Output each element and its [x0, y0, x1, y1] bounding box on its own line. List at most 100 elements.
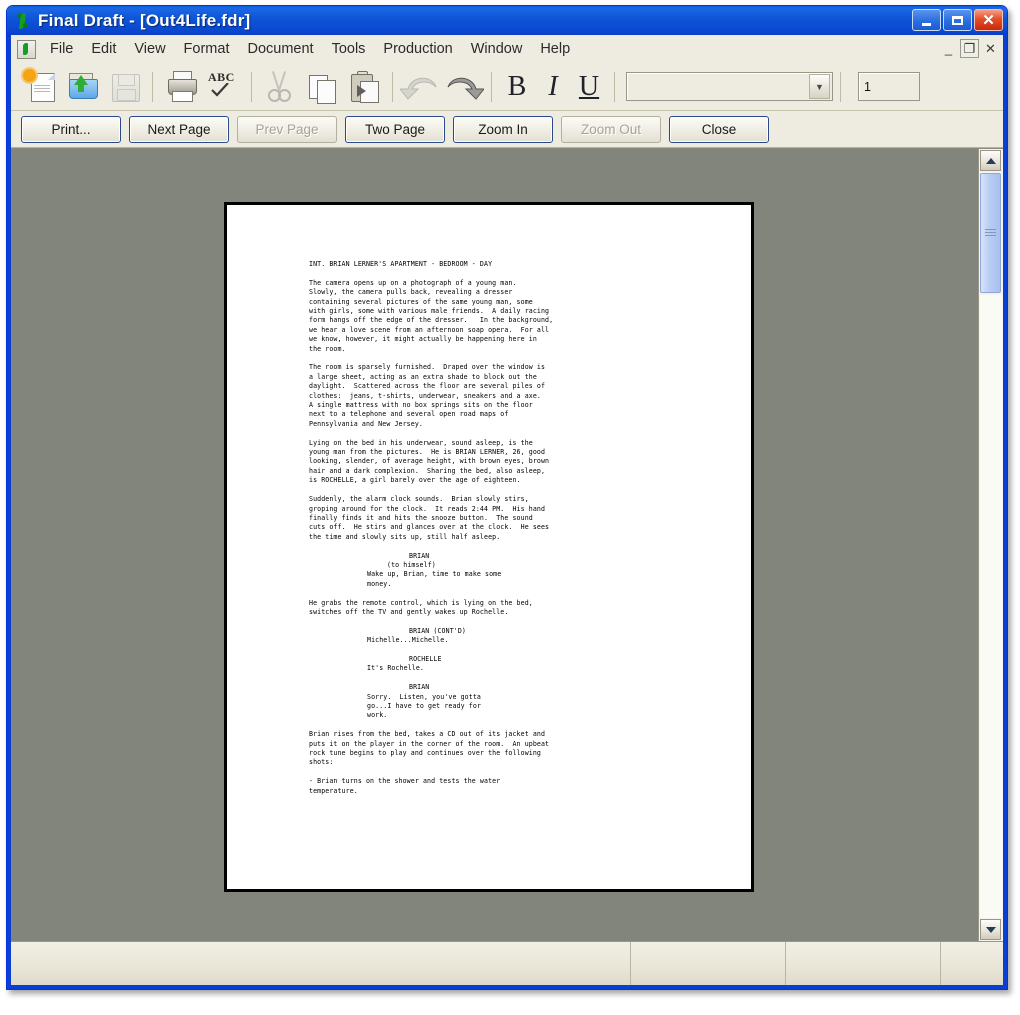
- scrollbar-track[interactable]: [980, 295, 1002, 918]
- script-line: containing several pictures of the same …: [309, 297, 533, 306]
- redo-icon[interactable]: [442, 67, 486, 107]
- script-line: shots:: [309, 758, 334, 767]
- document-page: INT. BRIAN LERNER'S APARTMENT - BEDROOM …: [224, 202, 754, 892]
- vertical-scrollbar[interactable]: [978, 149, 1003, 941]
- spell-check-icon[interactable]: ABC: [202, 67, 244, 107]
- scroll-up-button[interactable]: [980, 150, 1001, 171]
- menu-item-production[interactable]: Production: [374, 38, 461, 60]
- toolbar-separator: [840, 71, 841, 102]
- script-line: form hangs off the edge of the dresser. …: [309, 316, 554, 325]
- script-line: clothes: jeans, t-shirts, underwear, sne…: [309, 391, 541, 400]
- font-size-dropdown[interactable]: 1: [858, 72, 920, 101]
- script-line: looking, slender, of average height, wit…: [309, 457, 550, 466]
- script-line: the room.: [309, 344, 346, 353]
- chevron-up-icon: [985, 157, 996, 164]
- script-block-action: The room is sparsely furnished. Draped o…: [309, 363, 709, 429]
- script-line: INT. BRIAN LERNER'S APARTMENT - BEDROOM …: [309, 260, 493, 268]
- menu-item-tools[interactable]: Tools: [323, 38, 375, 60]
- font-family-dropdown[interactable]: ▼: [626, 72, 833, 101]
- scrollbar-thumb[interactable]: [980, 173, 1001, 293]
- prev-page-button: Prev Page: [237, 115, 337, 143]
- script-line: Suddenly, the alarm clock sounds. Brian …: [309, 495, 529, 504]
- toolbar-separator: [491, 71, 492, 102]
- menu-item-help[interactable]: Help: [531, 38, 579, 60]
- maximize-button[interactable]: [943, 9, 972, 31]
- script-block-action: Lying on the bed in his underwear, sound…: [309, 439, 709, 486]
- window-title: Final Draft - [Out4Life.fdr]: [38, 10, 251, 30]
- script-block-character: BRIAN: [309, 683, 709, 692]
- script-line: puts it on the player in the corner of t…: [309, 739, 550, 748]
- screenplay-text: INT. BRIAN LERNER'S APARTMENT - BEDROOM …: [227, 205, 751, 889]
- script-block-dialogue: Sorry. Listen, you've gotta go...I have t…: [309, 693, 709, 721]
- toolbar-separator: [614, 71, 615, 102]
- zoom-out-button: Zoom Out: [561, 115, 661, 143]
- script-block-dialogue: Wake up, Brian, time to make some money.: [309, 570, 709, 589]
- print-preview-toolbar: Print... Next Page Prev Page Two Page Zo…: [11, 111, 1003, 148]
- print-icon[interactable]: [160, 67, 202, 107]
- menu-item-document[interactable]: Document: [238, 38, 322, 60]
- menu-item-edit[interactable]: Edit: [82, 38, 125, 60]
- copy-icon[interactable]: [301, 67, 343, 107]
- mdi-minimize-button[interactable]: _: [940, 40, 957, 57]
- minimize-button[interactable]: [912, 9, 941, 31]
- undo-icon: [398, 67, 442, 107]
- mdi-window-controls: _ ❐ ✕: [940, 39, 999, 58]
- menu-bar: File Edit View Format Document Tools Pro…: [11, 35, 1003, 64]
- script-line: daylight. Scattered across the floor are…: [309, 382, 546, 391]
- mdi-restore-button[interactable]: ❐: [960, 39, 979, 58]
- script-line: groping around for the clock. It reads 2…: [309, 504, 546, 513]
- title-bar: Final Draft - [Out4Life.fdr] ✕: [7, 6, 1007, 35]
- script-block-parenthetical: (to himself): [309, 561, 709, 570]
- open-document-icon[interactable]: [61, 67, 103, 107]
- italic-button[interactable]: I: [535, 68, 571, 106]
- script-line: Slowly, the camera pulls back, revealing…: [309, 288, 513, 297]
- mdi-close-button[interactable]: ✕: [982, 40, 999, 57]
- menu-item-file[interactable]: File: [41, 38, 82, 60]
- close-preview-button[interactable]: Close: [669, 115, 769, 143]
- status-pane-2: [631, 942, 786, 985]
- close-button[interactable]: ✕: [974, 9, 1003, 31]
- paste-icon[interactable]: [343, 67, 385, 107]
- script-line: The room is sparsely furnished. Draped o…: [309, 363, 546, 372]
- script-line: ROCHELLE: [409, 654, 442, 663]
- script-block-character: BRIAN (CONT'D): [309, 627, 709, 636]
- main-toolbar: ABC B I U ▼ 1: [11, 63, 1003, 111]
- new-document-icon[interactable]: [19, 67, 61, 107]
- script-line: Wake up, Brian, time to make some: [367, 570, 502, 579]
- menu-item-view[interactable]: View: [125, 38, 174, 60]
- script-line: is ROCHELLE, a girl barely over the age …: [309, 476, 521, 485]
- document-icon[interactable]: [17, 39, 36, 59]
- script-line: Michelle...Michelle.: [367, 636, 449, 645]
- script-line: He grabs the remote control, which is ly…: [309, 598, 533, 607]
- underline-button[interactable]: U: [571, 68, 607, 106]
- scroll-down-button[interactable]: [980, 919, 1001, 940]
- status-bar: [11, 941, 1003, 985]
- script-block-action: The camera opens up on a photograph of a…: [309, 279, 709, 354]
- script-block-scene-heading: INT. BRIAN LERNER'S APARTMENT - BEDROOM …: [309, 260, 709, 269]
- font-size-value: 1: [864, 79, 871, 94]
- print-button[interactable]: Print...: [21, 115, 121, 143]
- print-preview-area: INT. BRIAN LERNER'S APARTMENT - BEDROOM …: [11, 148, 1003, 941]
- zoom-in-button[interactable]: Zoom In: [453, 115, 553, 143]
- menu-item-format[interactable]: Format: [175, 38, 239, 60]
- script-block-dialogue: Michelle...Michelle.: [309, 636, 709, 645]
- window-controls: ✕: [912, 9, 1003, 31]
- script-line: BRIAN: [409, 551, 430, 560]
- toolbar-separator: [251, 71, 252, 102]
- chevron-down-icon[interactable]: ▼: [809, 74, 830, 99]
- save-document-icon: [103, 67, 145, 107]
- script-line: we hear a love scene from an afternoon s…: [309, 325, 550, 334]
- script-block-action: He grabs the remote control, which is ly…: [309, 599, 709, 618]
- toolbar-separator: [152, 71, 153, 102]
- next-page-button[interactable]: Next Page: [129, 115, 229, 143]
- bold-button[interactable]: B: [499, 68, 535, 106]
- script-line: money.: [367, 579, 392, 588]
- script-line: work.: [367, 711, 388, 720]
- script-line: a large sheet, acting as an extra shade …: [309, 372, 537, 381]
- script-block-dialogue: It's Rochelle.: [309, 664, 709, 673]
- status-pane-message: [11, 942, 631, 985]
- close-icon: ✕: [982, 11, 995, 29]
- script-line: with girls, some with various male frien…: [309, 307, 550, 316]
- menu-item-window[interactable]: Window: [462, 38, 532, 60]
- two-page-button[interactable]: Two Page: [345, 115, 445, 143]
